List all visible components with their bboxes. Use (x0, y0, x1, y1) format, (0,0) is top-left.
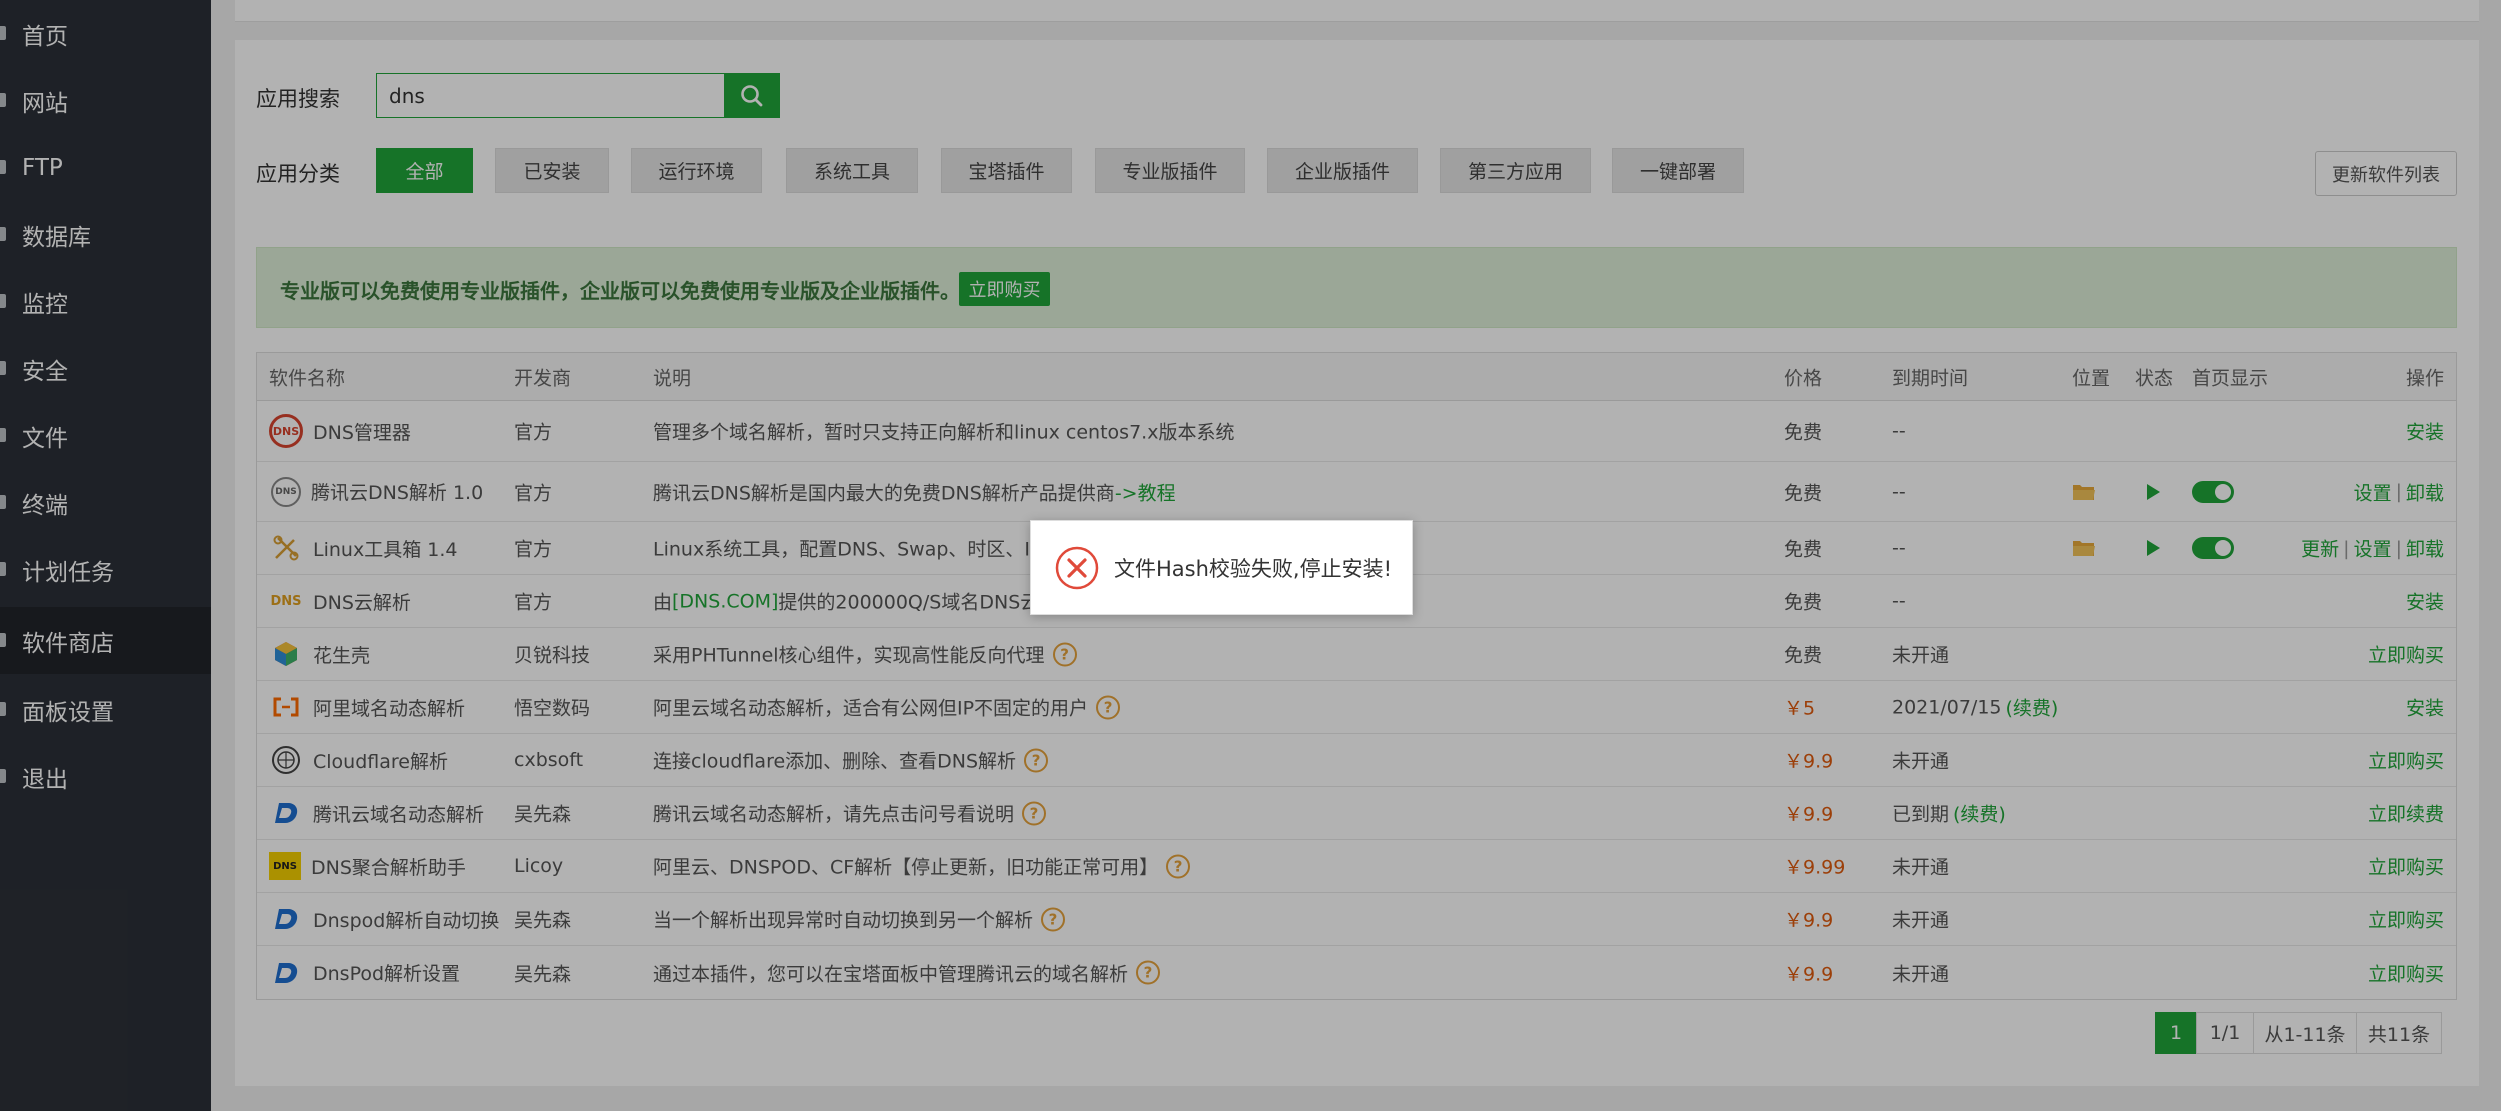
error-circle-icon (1055, 546, 1099, 589)
error-dialog: 文件Hash校验失败,停止安装! (1030, 520, 1413, 615)
dialog-message: 文件Hash校验失败,停止安装! (1114, 556, 1393, 581)
